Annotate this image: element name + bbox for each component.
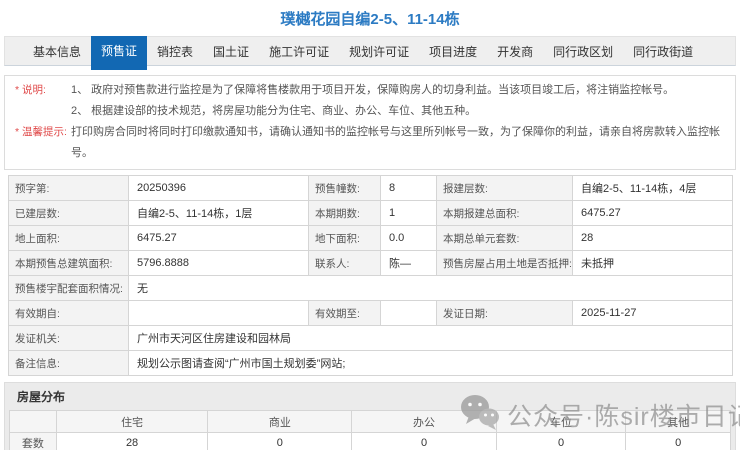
notice-line-2-text: 2、 根据建设部的技术规范，将房屋功能分为住宅、商业、办公、车位、其他五种。 [71, 105, 477, 117]
field-value-permit-no: 20250396 [128, 175, 309, 201]
tab-project-progress[interactable]: 项目进度 [419, 37, 487, 65]
table-row: 预字第: 20250396 预售幢数: 8 报建层数: 自编2-5、11-14栋… [8, 175, 733, 201]
table-row: 地上面积: 6475.27 地下面积: 0.0 本期总单元套数: 28 [8, 225, 733, 251]
field-label-built-floors: 已建层数: [8, 200, 129, 226]
distribution-header-row: 住宅 商业 办公 车位 其他 [9, 410, 731, 433]
field-value-declared-floors: 自编2-5、11-14栋，4层 [572, 175, 733, 201]
notice-tip: * 温馨提示: 打印购房合同时将同时打印缴款通知书，请确认通知书的监控帐号与这里… [5, 122, 735, 164]
field-value-phase-no: 1 [380, 200, 437, 226]
tab-same-street[interactable]: 同行政街道 [623, 37, 703, 65]
row-label-unit-count: 套数 [9, 432, 57, 450]
field-label-issue-date: 发证日期: [436, 300, 573, 326]
field-value-phase-presale-gfa: 5796.8888 [128, 250, 309, 276]
notice-line-1-text: 1、 政府对预售款进行监控是为了保障将售楼款用于项目开发，保障购房人的切身利益。… [71, 84, 675, 96]
field-label-declared-floors: 报建层数: [436, 175, 573, 201]
table-row: 预售楼宇配套面积情况: 无 [8, 275, 733, 301]
column-header-commercial: 商业 [207, 410, 353, 433]
permit-info-table: 预字第: 20250396 预售幢数: 8 报建层数: 自编2-5、11-14栋… [8, 175, 733, 376]
table-row: 备注信息: 规划公示图请查阅“广州市国土规划委”网站; [8, 350, 733, 376]
house-distribution-section: 房屋分布 住宅 商业 办公 车位 其他 套数 28 0 0 0 0 面积 579… [4, 382, 736, 450]
tab-same-district[interactable]: 同行政区划 [543, 37, 623, 65]
tab-sales-control[interactable]: 销控表 [147, 37, 203, 65]
notice-line-2-spacer [5, 101, 71, 122]
column-header-parking: 车位 [495, 410, 627, 433]
field-label-remarks: 备注信息: [8, 350, 129, 376]
field-label-valid-to: 有效期至: [308, 300, 381, 326]
unit-count-office: 0 [351, 432, 497, 450]
field-label-phase-declared-area: 本期报建总面积: [436, 200, 573, 226]
field-label-phase-no: 本期期数: [308, 200, 381, 226]
notice-tip-label: * 温馨提示: [15, 126, 67, 138]
tab-developer[interactable]: 开发商 [487, 37, 543, 65]
table-row: 套数 28 0 0 0 0 [9, 432, 731, 450]
field-value-presale-buildings: 8 [380, 175, 437, 201]
table-row: 有效期自: 有效期至: 发证日期: 2025-11-27 [8, 300, 733, 326]
field-label-above-ground-area: 地上面积: [8, 225, 129, 251]
notice-box: * 说明: 1、 政府对预售款进行监控是为了保障将售楼款用于项目开发，保障购房人… [4, 75, 736, 170]
house-distribution-title: 房屋分布 [17, 390, 66, 404]
notice-line-2: 2、 根据建设部的技术规范，将房屋功能分为住宅、商业、办公、车位、其他五种。 [5, 101, 735, 122]
field-label-supporting-area: 预售楼宇配套面积情况: [8, 275, 129, 301]
notice-tip-text: 打印购房合同时将同时打印缴款通知书，请确认通知书的监控帐号与这里所列帐号一致，为… [71, 126, 720, 159]
unit-count-parking: 0 [495, 432, 627, 450]
unit-count-residential: 28 [55, 432, 209, 450]
tab-planning-permit[interactable]: 规划许可证 [339, 37, 419, 65]
column-header-office: 办公 [351, 410, 497, 433]
unit-count-commercial: 0 [207, 432, 353, 450]
field-value-issuing-authority: 广州市天河区住房建设和园林局 [128, 325, 733, 351]
field-value-underground-area: 0.0 [380, 225, 437, 251]
field-label-phase-total-units: 本期总单元套数: [436, 225, 573, 251]
field-label-contact: 联系人: [308, 250, 381, 276]
field-label-valid-from: 有效期自: [8, 300, 129, 326]
table-row: 发证机关: 广州市天河区住房建设和园林局 [8, 325, 733, 351]
notice-shuoming-label: * 说明: [15, 84, 46, 96]
field-value-contact: 陈— [380, 250, 437, 276]
column-header-residential: 住宅 [55, 410, 209, 433]
tab-basic-info[interactable]: 基本信息 [23, 37, 91, 65]
field-label-permit-no: 预字第: [8, 175, 129, 201]
column-header-other: 其他 [625, 410, 731, 433]
field-value-phase-declared-area: 6475.27 [572, 200, 733, 226]
field-label-land-mortgaged: 预售房屋占用土地是否抵押: [436, 250, 573, 276]
field-label-presale-buildings: 预售幢数: [308, 175, 381, 201]
field-value-above-ground-area: 6475.27 [128, 225, 309, 251]
unit-count-other: 0 [625, 432, 731, 450]
tab-construction-permit[interactable]: 施工许可证 [259, 37, 339, 65]
field-value-valid-to [380, 300, 437, 326]
field-label-phase-presale-gfa: 本期预售总建筑面积: [8, 250, 129, 276]
table-row: 已建层数: 自编2-5、11-14栋，1层 本期期数: 1 本期报建总面积: 6… [8, 200, 733, 226]
distribution-corner-cell [9, 410, 57, 433]
tab-presale-permit[interactable]: 预售证 [91, 36, 148, 70]
field-label-underground-area: 地下面积: [308, 225, 381, 251]
field-value-valid-from [128, 300, 309, 326]
field-label-issuing-authority: 发证机关: [8, 325, 129, 351]
tab-land-certificate[interactable]: 国土证 [203, 37, 259, 65]
house-distribution-table: 住宅 商业 办公 车位 其他 套数 28 0 0 0 0 面积 5796.888… [9, 410, 731, 450]
field-value-phase-total-units: 28 [572, 225, 733, 251]
table-row: 本期预售总建筑面积: 5796.8888 联系人: 陈— 预售房屋占用土地是否抵… [8, 250, 733, 276]
field-value-built-floors: 自编2-5、11-14栋，1层 [128, 200, 309, 226]
field-value-land-mortgaged: 未抵押 [572, 250, 733, 276]
page-title: 璞樾花园自编2-5、11-14栋 [280, 10, 460, 28]
field-value-remarks: 规划公示图请查阅“广州市国土规划委”网站; [128, 350, 733, 376]
notice-line-1: * 说明: 1、 政府对预售款进行监控是为了保障将售楼款用于项目开发，保障购房人… [5, 80, 735, 101]
field-value-supporting-area: 无 [128, 275, 733, 301]
tab-bar: 基本信息 预售证 销控表 国土证 施工许可证 规划许可证 项目进度 开发商 同行… [4, 36, 736, 70]
field-value-issue-date: 2025-11-27 [572, 300, 733, 326]
